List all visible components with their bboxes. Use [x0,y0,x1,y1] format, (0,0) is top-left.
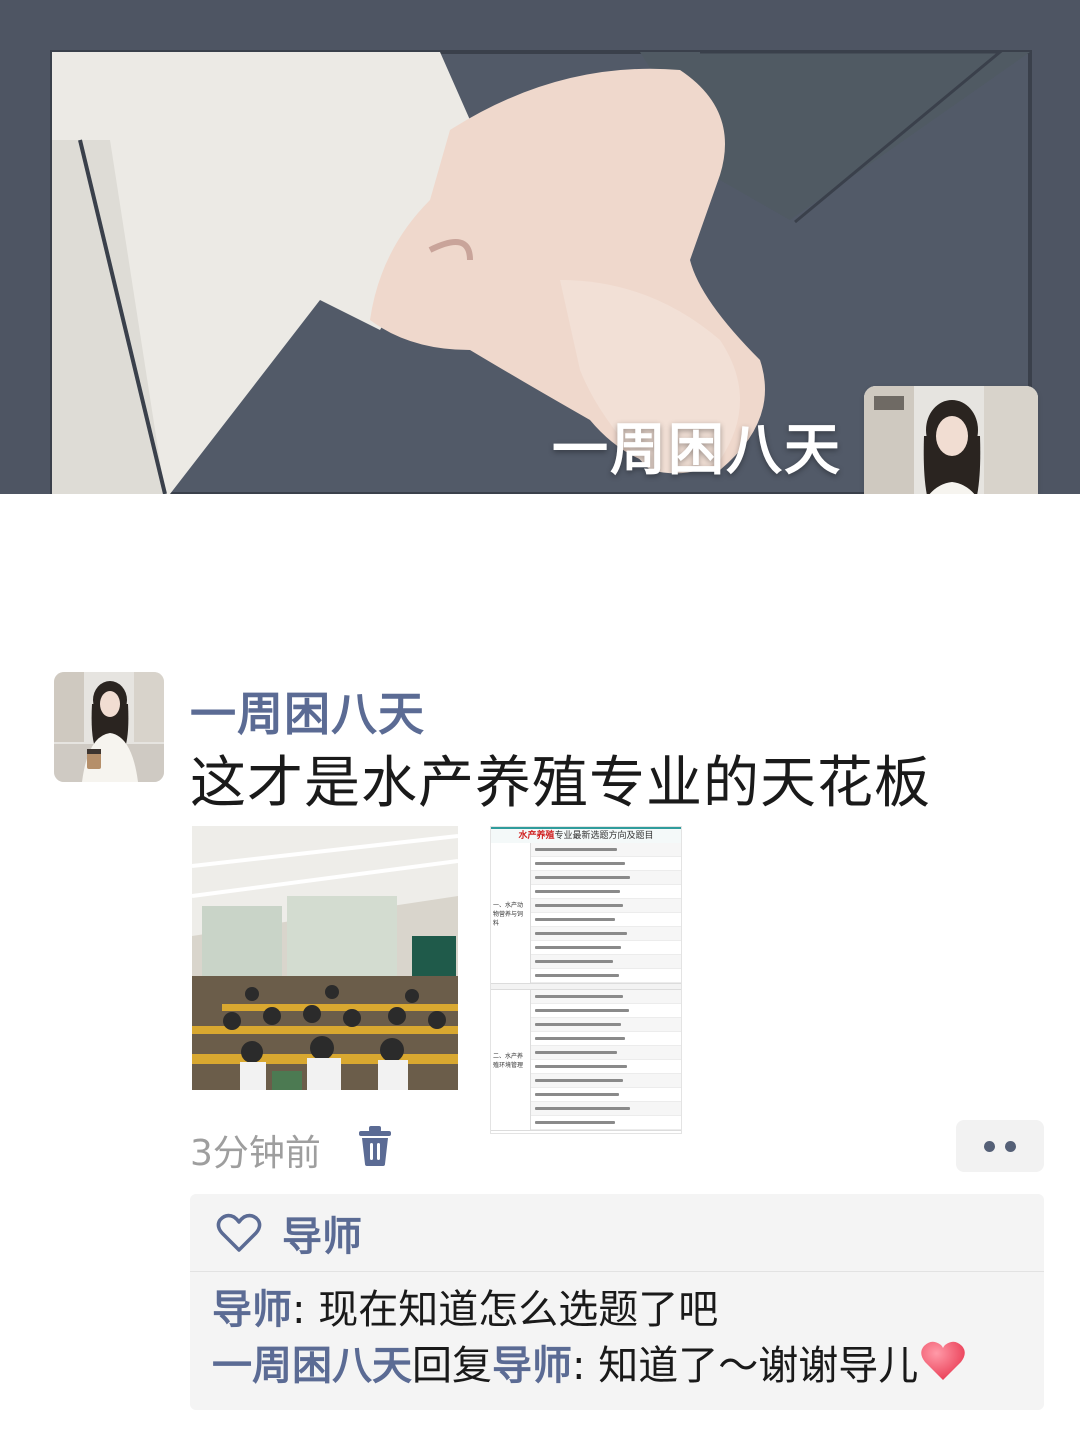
comment-text: 现在知道怎么选题了吧 [318,1287,719,1333]
cover-username: 一周困八天 [552,418,842,483]
document-row [531,1102,681,1116]
document-section-label: 一、水产动物营养与饲料 [491,843,531,983]
document-row [531,990,681,1004]
document-row [531,969,681,983]
document-row [531,1046,681,1060]
interaction-box: 导师 导师: 现在知道怎么选题了吧 一周困八天回复导师: 知道了～谢谢导儿 [190,1194,1044,1410]
trash-icon [359,1126,391,1166]
classroom-photo [192,826,458,1090]
comment-item[interactable]: 导师: 现在知道怎么选题了吧 [190,1282,1044,1338]
document-title: 水产养殖专业最新选题方向及题目 [491,827,681,843]
cover-avatar[interactable] [864,386,1038,494]
post-text: 这才是水产养殖专业的天花板 [190,751,931,816]
document-section-label: 二、水产养殖环境管理 [491,990,531,1130]
document-row [531,941,681,955]
comment-author[interactable]: 导师 [212,1287,292,1333]
post-image-classroom[interactable] [192,826,458,1090]
document-row [531,899,681,913]
document-row [531,1074,681,1088]
document-row [531,913,681,927]
likes-row: 导师 [190,1194,1044,1272]
document-section: 二、水产养殖环境管理 [491,990,681,1131]
comment-reply-target[interactable]: 导师 [492,1343,572,1389]
post-author-name[interactable]: 一周困八天 [190,678,425,744]
post-image-document[interactable]: 水产养殖专业最新选题方向及题目 一、水产动物营养与饲料 二、水产养殖环境管理 [490,826,682,1134]
more-dots-icon [1005,1140,1016,1152]
more-button[interactable] [956,1120,1044,1172]
post-author-avatar[interactable] [54,672,164,782]
comment-separator: : [572,1343,599,1389]
document-section: 一、水产动物营养与饲料 [491,843,681,984]
document-row [531,1018,681,1032]
document-row [531,927,681,941]
document-row [531,1032,681,1046]
document-row [531,1088,681,1102]
document-row [531,955,681,969]
document-row [531,1060,681,1074]
document-title-rest: 专业最新选题方向及题目 [554,831,654,841]
avatar-photo [54,672,164,782]
more-dots-icon [984,1140,995,1152]
avatar-photo [864,386,1038,494]
comment-text: 知道了～谢谢导儿 [598,1343,919,1389]
delete-button[interactable] [358,1126,392,1166]
document-row [531,857,681,871]
cover-image[interactable]: 一周困八天 [0,0,1080,494]
comment-author[interactable]: 一周困八天 [212,1343,412,1389]
like-user-name[interactable]: 导师 [282,1204,362,1262]
document-row [531,885,681,899]
document-row [531,871,681,885]
comment-reply-word: 回复 [412,1343,492,1389]
comment-item[interactable]: 一周困八天回复导师: 知道了～谢谢导儿 [190,1338,1044,1397]
post-timestamp: 3分钟前 [190,1133,321,1174]
heart-emoji-icon [920,1340,966,1397]
heart-outline-icon [216,1213,262,1252]
comment-separator: : [292,1287,319,1333]
document-title-highlight: 水产养殖 [518,831,555,841]
document-row [531,1116,681,1130]
document-row [531,1004,681,1018]
document-row [531,843,681,857]
